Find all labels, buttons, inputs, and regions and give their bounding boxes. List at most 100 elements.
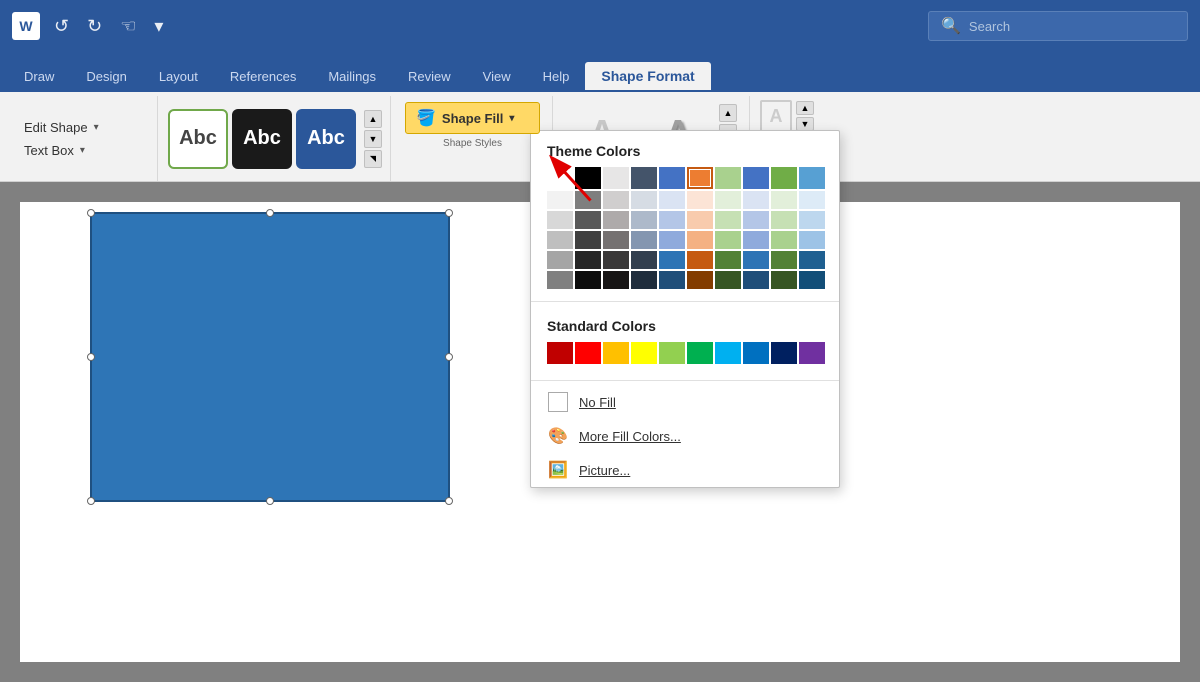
standard-color-cell[interactable]: [547, 342, 573, 364]
scroll-up-arrow[interactable]: ▲: [364, 110, 382, 128]
shade-color-cell[interactable]: [687, 211, 713, 229]
shade-color-cell[interactable]: [799, 231, 825, 249]
text-scroll-down[interactable]: ▼: [796, 117, 814, 131]
standard-color-cell[interactable]: [603, 342, 629, 364]
blue-text-box-shape[interactable]: [90, 212, 450, 502]
tab-view[interactable]: View: [467, 63, 527, 92]
shade-color-cell[interactable]: [659, 251, 685, 269]
shade-color-cell[interactable]: [799, 251, 825, 269]
shade-color-cell[interactable]: [575, 211, 601, 229]
shape-swatch-black[interactable]: Abc: [232, 109, 292, 169]
shade-color-cell[interactable]: [715, 231, 741, 249]
shade-color-cell[interactable]: [771, 211, 797, 229]
shade-color-cell[interactable]: [575, 251, 601, 269]
theme-color-cell[interactable]: [743, 167, 769, 189]
search-box[interactable]: 🔍: [928, 11, 1188, 41]
shade-color-cell[interactable]: [631, 231, 657, 249]
shade-color-cell[interactable]: [771, 271, 797, 289]
shade-color-cell[interactable]: [715, 271, 741, 289]
handle-tl[interactable]: [87, 209, 95, 217]
tab-help[interactable]: Help: [527, 63, 586, 92]
shade-color-cell[interactable]: [631, 271, 657, 289]
tab-references[interactable]: References: [214, 63, 312, 92]
handle-br[interactable]: [445, 497, 453, 505]
standard-color-cell[interactable]: [799, 342, 825, 364]
shape-swatch-blue[interactable]: Abc: [296, 109, 356, 169]
text-outline-button[interactable]: A: [760, 100, 792, 132]
no-fill-option[interactable]: No Fill: [531, 385, 839, 419]
shade-color-cell[interactable]: [631, 251, 657, 269]
shade-color-cell[interactable]: [659, 191, 685, 209]
theme-color-cell[interactable]: [659, 167, 685, 189]
shade-color-cell[interactable]: [659, 231, 685, 249]
tab-design[interactable]: Design: [70, 63, 142, 92]
shade-color-cell[interactable]: [631, 191, 657, 209]
shade-color-cell[interactable]: [659, 211, 685, 229]
theme-color-cell[interactable]: [631, 167, 657, 189]
shade-color-cell[interactable]: [687, 231, 713, 249]
shade-color-cell[interactable]: [715, 191, 741, 209]
wordart-scroll-up[interactable]: ▲: [719, 104, 737, 122]
shade-color-cell[interactable]: [659, 271, 685, 289]
shade-color-cell[interactable]: [575, 271, 601, 289]
standard-color-cell[interactable]: [771, 342, 797, 364]
shade-color-cell[interactable]: [743, 191, 769, 209]
shade-color-cell[interactable]: [687, 191, 713, 209]
shade-color-cell[interactable]: [547, 191, 573, 209]
scroll-down-arrow[interactable]: ▼: [364, 130, 382, 148]
tab-draw[interactable]: Draw: [8, 63, 70, 92]
shade-color-cell[interactable]: [743, 271, 769, 289]
shade-color-cell[interactable]: [799, 271, 825, 289]
handle-bl[interactable]: [87, 497, 95, 505]
standard-color-cell[interactable]: [743, 342, 769, 364]
theme-color-cell[interactable]: [547, 167, 573, 189]
theme-color-cell[interactable]: [715, 167, 741, 189]
shade-color-cell[interactable]: [743, 211, 769, 229]
shade-color-cell[interactable]: [603, 231, 629, 249]
scroll-expand-arrow[interactable]: ◥: [364, 150, 382, 168]
edit-shape-control[interactable]: Edit Shape ▾: [20, 118, 145, 137]
standard-color-cell[interactable]: [575, 342, 601, 364]
standard-color-cell[interactable]: [659, 342, 685, 364]
shade-color-cell[interactable]: [547, 251, 573, 269]
tab-shape-format[interactable]: Shape Format: [585, 62, 710, 92]
shade-color-cell[interactable]: [715, 251, 741, 269]
shade-color-cell[interactable]: [771, 251, 797, 269]
shade-color-cell[interactable]: [799, 191, 825, 209]
handle-tm[interactable]: [266, 209, 274, 217]
picture-option[interactable]: 🖼️ Picture...: [531, 453, 839, 487]
shade-color-cell[interactable]: [603, 271, 629, 289]
handle-ml[interactable]: [87, 353, 95, 361]
shade-color-cell[interactable]: [631, 211, 657, 229]
tab-layout[interactable]: Layout: [143, 63, 214, 92]
tab-mailings[interactable]: Mailings: [312, 63, 392, 92]
standard-color-cell[interactable]: [715, 342, 741, 364]
theme-color-cell[interactable]: [799, 167, 825, 189]
theme-color-cell[interactable]: [575, 167, 601, 189]
more-fill-option[interactable]: 🎨 More Fill Colors...: [531, 419, 839, 453]
handle-mr[interactable]: [445, 353, 453, 361]
handle-bm[interactable]: [266, 497, 274, 505]
shade-color-cell[interactable]: [547, 211, 573, 229]
text-box-control[interactable]: Text Box ▾: [20, 141, 145, 160]
redo-button[interactable]: ↻: [81, 14, 108, 39]
customize-button[interactable]: ▾: [148, 14, 169, 39]
shade-color-cell[interactable]: [743, 251, 769, 269]
standard-color-cell[interactable]: [631, 342, 657, 364]
shade-color-cell[interactable]: [547, 271, 573, 289]
shade-color-cell[interactable]: [743, 231, 769, 249]
shade-color-cell[interactable]: [687, 251, 713, 269]
theme-color-cell[interactable]: [603, 167, 629, 189]
tab-review[interactable]: Review: [392, 63, 467, 92]
shade-color-cell[interactable]: [575, 191, 601, 209]
search-input[interactable]: [969, 19, 1175, 34]
handle-tr[interactable]: [445, 209, 453, 217]
shade-color-cell[interactable]: [603, 251, 629, 269]
shape-swatch-outlined[interactable]: Abc: [168, 109, 228, 169]
undo-button[interactable]: ↺: [48, 14, 75, 39]
theme-color-cell[interactable]: [771, 167, 797, 189]
shade-color-cell[interactable]: [687, 271, 713, 289]
shade-color-cell[interactable]: [771, 231, 797, 249]
shade-color-cell[interactable]: [547, 231, 573, 249]
standard-color-cell[interactable]: [687, 342, 713, 364]
